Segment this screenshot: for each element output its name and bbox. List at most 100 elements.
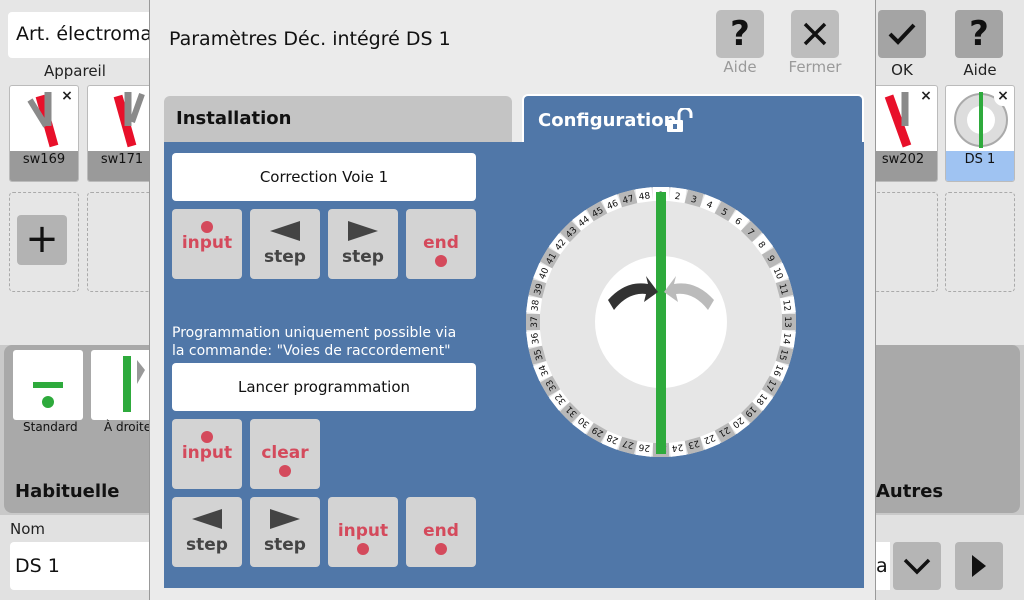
category-label: Standard bbox=[23, 420, 78, 434]
dot-icon bbox=[201, 431, 213, 443]
key-label: step bbox=[264, 535, 306, 555]
add-device-button[interactable]: + bbox=[17, 215, 67, 265]
parameters-dialog: Paramètres Déc. intégré DS 1 ? Aide Ferm… bbox=[149, 0, 876, 600]
unlock-icon[interactable] bbox=[666, 108, 694, 134]
info-line-1: Programmation uniquement possible via bbox=[172, 325, 457, 341]
dropdown-button[interactable] bbox=[893, 542, 941, 590]
device-tile-ds1[interactable]: × DS 1 bbox=[945, 85, 1015, 182]
correction-voie-button[interactable]: Correction Voie 1 bbox=[172, 153, 476, 201]
partial-field[interactable]: a bbox=[876, 542, 890, 590]
ok-label: OK bbox=[891, 61, 913, 79]
remove-icon[interactable]: × bbox=[58, 88, 76, 106]
empty-slot[interactable] bbox=[868, 192, 938, 292]
tile-name: sw202 bbox=[869, 151, 937, 181]
step-back-key[interactable]: step bbox=[172, 497, 242, 567]
step-back-key[interactable]: step bbox=[250, 209, 320, 279]
tab-configuration-label: Configuration bbox=[538, 110, 677, 131]
svg-text:37: 37 bbox=[530, 316, 540, 327]
track-label-13[interactable]: 13 bbox=[782, 314, 796, 330]
input-key[interactable]: input bbox=[172, 419, 242, 489]
track-label-38[interactable]: 38 bbox=[526, 296, 543, 315]
device-tile-sw171[interactable]: sw171 bbox=[87, 85, 157, 182]
help-button[interactable]: ? bbox=[955, 10, 1003, 58]
play-right-icon bbox=[972, 555, 986, 577]
input-key[interactable]: input bbox=[328, 497, 398, 567]
device-tile-sw202[interactable]: × sw202 bbox=[868, 85, 938, 182]
tab-installation[interactable]: Installation bbox=[164, 96, 512, 142]
track-label-24[interactable]: 24 bbox=[668, 440, 687, 457]
chevron-down-icon bbox=[903, 558, 931, 575]
svg-text:13: 13 bbox=[782, 316, 792, 327]
svg-text:14: 14 bbox=[780, 332, 791, 345]
track-label-12[interactable]: 12 bbox=[779, 296, 796, 315]
dot-icon bbox=[435, 543, 447, 555]
dot-icon bbox=[357, 543, 369, 555]
input-key[interactable]: input bbox=[172, 209, 242, 279]
appareil-label: Appareil bbox=[44, 62, 106, 80]
dot-icon bbox=[435, 255, 447, 267]
tile-name: DS 1 bbox=[946, 151, 1014, 181]
triangle-right-icon bbox=[270, 509, 300, 529]
clear-key[interactable]: clear bbox=[250, 419, 320, 489]
tile-name: sw169 bbox=[10, 151, 78, 181]
svg-text:24: 24 bbox=[671, 441, 684, 452]
end-key[interactable]: end bbox=[406, 209, 476, 279]
key-label: input bbox=[181, 443, 233, 463]
question-icon: ? bbox=[730, 14, 750, 54]
category-label: À droite bbox=[104, 420, 152, 434]
track-label-48[interactable]: 48 bbox=[635, 187, 654, 204]
key-label: step bbox=[186, 535, 228, 555]
remove-icon[interactable]: × bbox=[917, 88, 935, 106]
triangle-right-icon bbox=[348, 221, 378, 241]
track-label-14[interactable]: 14 bbox=[779, 329, 796, 348]
question-icon: ? bbox=[969, 14, 989, 54]
svg-text:48: 48 bbox=[638, 191, 651, 202]
ok-button[interactable] bbox=[878, 10, 926, 58]
article-type-field[interactable]: Art. électromag bbox=[8, 12, 158, 58]
turntable-diagram[interactable]: 1234567891011121314151617181920212223242… bbox=[516, 172, 806, 472]
close-icon bbox=[803, 22, 827, 46]
empty-slot[interactable] bbox=[87, 192, 157, 292]
track-label-2[interactable]: 2 bbox=[668, 187, 687, 204]
programming-info: Programmation uniquement possible via la… bbox=[172, 324, 472, 360]
empty-slot[interactable] bbox=[945, 192, 1015, 292]
tile-name: sw171 bbox=[88, 151, 156, 181]
name-input[interactable]: DS 1 bbox=[10, 542, 170, 590]
track-label-36[interactable]: 36 bbox=[526, 329, 543, 348]
end-key[interactable]: end bbox=[406, 497, 476, 567]
triangle-left-icon bbox=[270, 221, 300, 241]
key-label: step bbox=[342, 247, 384, 267]
step-forward-key[interactable]: step bbox=[328, 209, 398, 279]
key-label: step bbox=[264, 247, 306, 267]
svg-text:26: 26 bbox=[638, 441, 651, 452]
nom-label: Nom bbox=[10, 520, 46, 538]
dialog-help-button[interactable]: ? bbox=[716, 10, 764, 58]
dialog-close-button[interactable] bbox=[791, 10, 839, 58]
remove-icon[interactable]: × bbox=[994, 88, 1012, 106]
autres-title: Autres bbox=[876, 481, 944, 502]
key-label: clear bbox=[261, 443, 309, 463]
info-line-2: la commande: "Voies de raccordement" bbox=[172, 343, 451, 359]
category-standard[interactable] bbox=[13, 350, 83, 420]
svg-text:36: 36 bbox=[530, 332, 541, 345]
track-label-37[interactable]: 37 bbox=[526, 314, 540, 330]
dialog-title: Paramètres Déc. intégré DS 1 bbox=[169, 28, 451, 50]
tab-configuration[interactable]: Configuration bbox=[522, 94, 864, 144]
step-forward-key[interactable]: step bbox=[250, 497, 320, 567]
plus-icon: + bbox=[25, 216, 59, 262]
svg-text:38: 38 bbox=[530, 299, 541, 312]
start-programming-button[interactable]: Lancer programmation bbox=[172, 363, 476, 411]
dialog-help-label: Aide bbox=[723, 58, 757, 76]
device-tile-sw169[interactable]: × sw169 bbox=[9, 85, 79, 182]
dot-icon bbox=[201, 221, 213, 233]
dot-icon bbox=[279, 465, 291, 477]
next-button[interactable] bbox=[955, 542, 1003, 590]
switch-icon bbox=[113, 92, 145, 148]
habituelle-title: Habituelle bbox=[15, 481, 120, 502]
standard-icon bbox=[33, 382, 63, 408]
configuration-panel: Correction Voie 1 input step step end Pr… bbox=[164, 142, 864, 588]
track-label-26[interactable]: 26 bbox=[635, 440, 654, 457]
checkmark-icon bbox=[888, 23, 916, 45]
key-label: input bbox=[181, 233, 233, 253]
turntable-bridge bbox=[656, 192, 666, 454]
